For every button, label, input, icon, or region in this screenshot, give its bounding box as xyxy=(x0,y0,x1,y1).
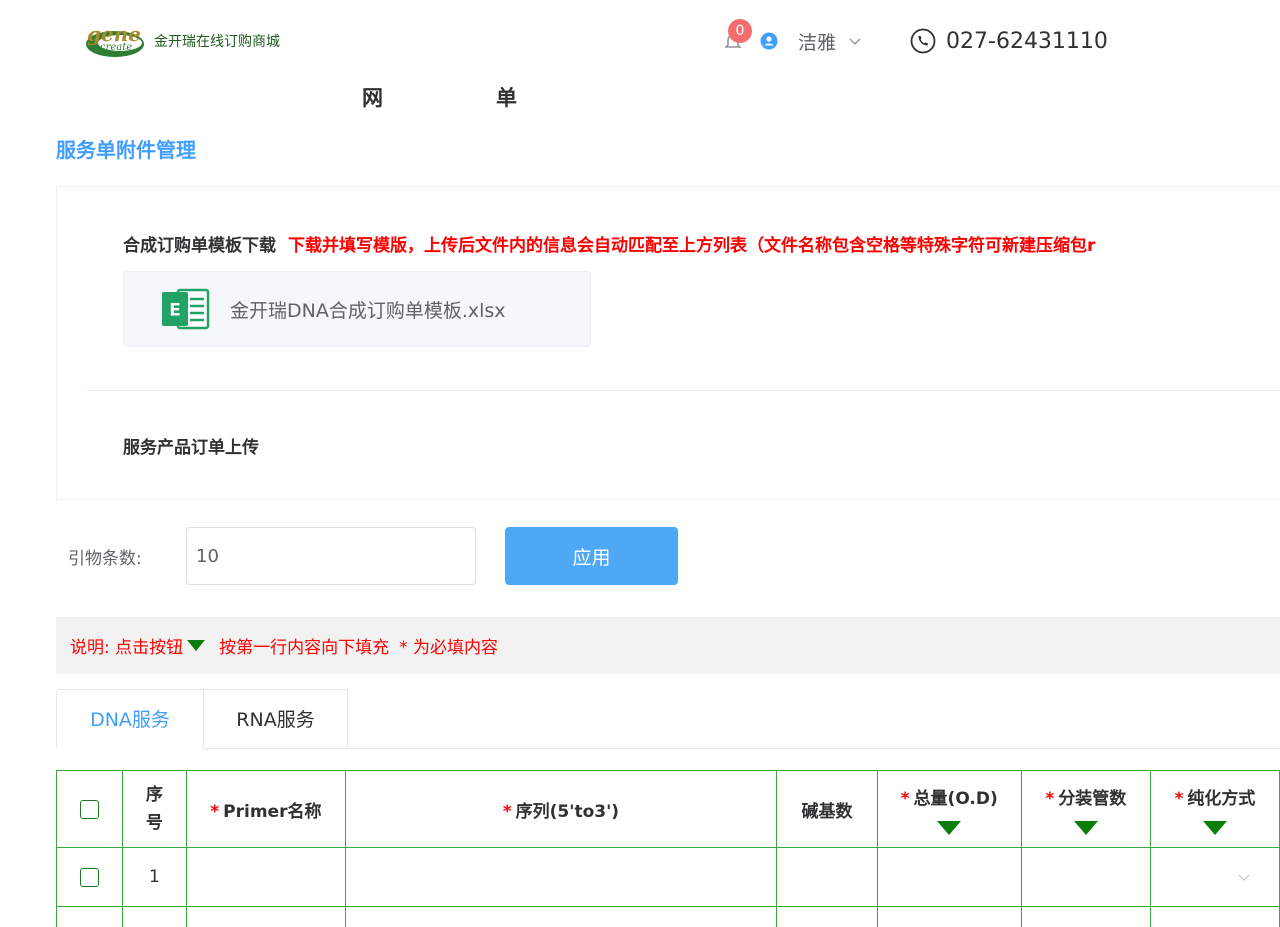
fill-down-total-od-icon[interactable] xyxy=(937,820,962,835)
phone-number: 027-62431110 xyxy=(946,28,1108,54)
user-name[interactable]: 洁雅 xyxy=(798,28,836,55)
chevron-down-icon xyxy=(1238,874,1250,881)
template-file-name[interactable]: 金开瑞DNA合成订购单模板.xlsx xyxy=(230,296,506,323)
template-download-row: 合成订购单模板下载 下载并填写模版，上传后文件内的信息会自动匹配至上方列表（文件名… xyxy=(123,231,1095,256)
primer-count-label: 引物条数: xyxy=(68,549,142,569)
table-row xyxy=(56,906,1280,927)
notice-text-1: 说明: 点击按钮 xyxy=(70,638,184,658)
page-header-title: 网 单 xyxy=(362,82,662,112)
purification-select[interactable] xyxy=(1149,847,1280,907)
service-tabs: DNA服务 RNA服务 xyxy=(56,689,1280,749)
sequence-cell[interactable] xyxy=(344,847,778,907)
sequence-cell[interactable] xyxy=(344,906,778,927)
user-avatar-icon[interactable] xyxy=(760,32,778,50)
fill-down-purification-icon[interactable] xyxy=(1202,820,1227,835)
base-count-cell xyxy=(776,847,878,907)
page-title-char-2: 单 xyxy=(496,86,517,110)
table-row: 1 xyxy=(56,847,1280,907)
notice-text-2: 按第一行内容向下填充 xyxy=(219,638,390,658)
fill-down-tube-count-icon[interactable] xyxy=(1073,820,1098,835)
order-upload-label: 服务产品订单上传 xyxy=(123,438,259,458)
purification-select[interactable] xyxy=(1149,906,1280,927)
row-index: 1 xyxy=(121,847,188,907)
svg-text:E: E xyxy=(169,301,181,321)
page-title-char-1: 网 xyxy=(362,86,383,110)
header-total-od: * 总量(O.D) xyxy=(876,770,1022,848)
card-divider xyxy=(87,390,1280,391)
notification-count-badge: 0 xyxy=(728,19,752,43)
header-sequence: * 序列(5'to3') xyxy=(344,770,778,848)
primer-order-table: 序号 * Primer名称 * 序列(5'to3') 碱基数 * 总量(O.D) * 分… xyxy=(56,770,1280,927)
template-download-hint: 下载并填写模版，上传后文件内的信息会自动匹配至上方列表（文件名称包含空格等特殊字… xyxy=(288,236,1096,256)
site-name: 金开瑞在线订购商城 xyxy=(154,34,280,50)
tab-rna-service[interactable]: RNA服务 xyxy=(203,689,348,749)
header-select-all[interactable] xyxy=(56,770,123,848)
site-logo[interactable]: gene create 金开瑞在线订购商城 xyxy=(84,22,280,60)
header-index: 序号 xyxy=(121,770,188,848)
header-primer-name: * Primer名称 xyxy=(186,770,346,848)
primer-name-cell[interactable] xyxy=(186,847,346,907)
phone-icon xyxy=(910,28,936,54)
header-tube-count: * 分装管数 xyxy=(1020,770,1151,848)
row-checkbox[interactable] xyxy=(79,867,99,887)
total-od-cell[interactable] xyxy=(876,847,1022,907)
tube-count-cell[interactable] xyxy=(1020,906,1151,927)
total-od-cell[interactable] xyxy=(876,906,1022,927)
select-all-checkbox[interactable] xyxy=(79,799,99,819)
attachment-card: 合成订购单模板下载 下载并填写模版，上传后文件内的信息会自动匹配至上方列表（文件名… xyxy=(56,186,1280,500)
table-header-row: 序号 * Primer名称 * 序列(5'to3') 碱基数 * 总量(O.D) * 分… xyxy=(56,770,1280,848)
chevron-down-icon[interactable] xyxy=(848,34,862,48)
notification-bell[interactable]: 0 xyxy=(724,19,752,53)
fill-down-arrow-icon xyxy=(187,640,206,651)
header-purification: * 纯化方式 xyxy=(1149,770,1280,848)
row-index xyxy=(121,906,188,927)
section-title: 服务单附件管理 xyxy=(56,138,196,162)
primer-count-input[interactable] xyxy=(186,527,476,585)
base-count-cell xyxy=(776,906,878,927)
tube-count-cell[interactable] xyxy=(1020,847,1151,907)
primer-name-cell[interactable] xyxy=(186,906,346,927)
excel-file-icon: E xyxy=(162,288,210,330)
tab-dna-service[interactable]: DNA服务 xyxy=(56,689,204,749)
apply-button[interactable]: 应用 xyxy=(505,527,678,585)
svg-text:create: create xyxy=(100,42,132,53)
template-file-link[interactable]: E 金开瑞DNA合成订购单模板.xlsx xyxy=(123,271,591,347)
instruction-notice: 说明: 点击按钮 按第一行内容向下填充 * 为必填内容 xyxy=(56,617,1280,674)
notice-text-3: * 为必填内容 xyxy=(399,638,499,658)
gene-create-logo-icon: gene create xyxy=(86,22,144,57)
header-base-count: 碱基数 xyxy=(776,770,878,848)
header-right: 0 洁雅 027-62431110 xyxy=(724,19,1108,56)
template-download-label: 合成订购单模板下载 xyxy=(123,236,276,256)
